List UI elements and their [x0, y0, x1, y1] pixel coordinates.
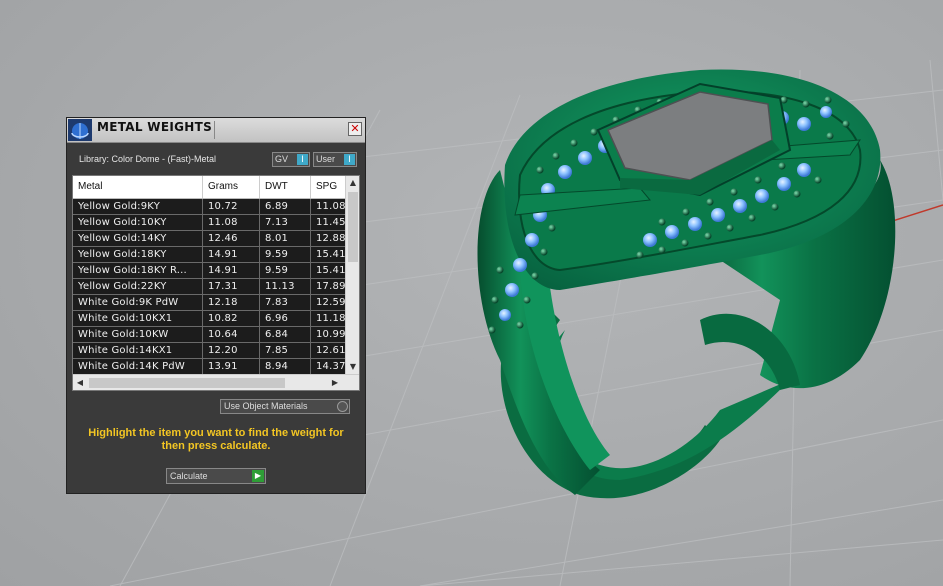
user-toggle[interactable]: User I: [313, 152, 357, 167]
metal-cell: Yellow Gold:9KY: [73, 199, 203, 214]
grams-cell: 12.18: [203, 295, 260, 310]
metal-cell: Yellow Gold:18KY: [73, 247, 203, 262]
grams-cell: 14.91: [203, 263, 260, 278]
panel-title: METAL WEIGHTS: [97, 120, 213, 134]
user-toggle-knob[interactable]: I: [344, 154, 355, 165]
dwt-cell: 6.96: [260, 311, 311, 326]
metal-cell: White Gold:10KX1: [73, 311, 203, 326]
grams-cell: 13.91: [203, 359, 260, 374]
vertical-scrollbar[interactable]: ▲ ▼: [345, 176, 359, 374]
table-row[interactable]: Yellow Gold:22KY 17.31 11.13 17.89: [73, 279, 345, 295]
scroll-left-icon[interactable]: ◀: [73, 378, 87, 387]
grams-cell: 11.08: [203, 215, 260, 230]
instruction-text: Highlight the item you want to find the …: [88, 427, 344, 452]
use-object-materials-toggle[interactable]: Use Object Materials: [220, 399, 350, 414]
grams-cell: 10.64: [203, 327, 260, 342]
metal-cell: White Gold:10KW: [73, 327, 203, 342]
metal-cell: Yellow Gold:22KY: [73, 279, 203, 294]
gv-toggle[interactable]: GV I: [272, 152, 310, 167]
dwt-cell: 7.13: [260, 215, 311, 230]
scroll-right-icon[interactable]: ▶: [328, 378, 342, 387]
horizontal-scroll-thumb[interactable]: [89, 378, 285, 388]
dwt-cell: 6.84: [260, 327, 311, 342]
table-row[interactable]: White Gold:10KW 10.64 6.84 10.99: [73, 327, 345, 343]
horizontal-scrollbar[interactable]: ◀ ▶: [73, 374, 359, 390]
grams-cell: 17.31: [203, 279, 260, 294]
metal-table: Metal Grams DWT SPG Yellow Gold:9KY 10.72…: [72, 175, 360, 391]
metal-weights-panel: METAL WEIGHTS ✕ Library: Color Dome - (F…: [66, 117, 366, 494]
table-row[interactable]: White Gold:14KX1 12.20 7.85 12.61: [73, 343, 345, 359]
metal-cell: White Gold:14KX1: [73, 343, 203, 358]
metal-cell: Yellow Gold:10KY: [73, 215, 203, 230]
dwt-cell: 7.83: [260, 295, 311, 310]
play-icon[interactable]: ▶: [252, 470, 264, 482]
radio-icon[interactable]: [337, 401, 348, 412]
table-row[interactable]: White Gold:10KX1 10.82 6.96 11.18: [73, 311, 345, 327]
user-toggle-label: User: [316, 154, 336, 164]
gv-toggle-knob[interactable]: I: [297, 154, 308, 165]
color-dome-logo-icon: [68, 119, 92, 141]
grams-cell: 14.91: [203, 247, 260, 262]
grams-cell: 10.72: [203, 199, 260, 214]
metal-cell: Yellow Gold:14KY: [73, 231, 203, 246]
dwt-cell: 11.13: [260, 279, 311, 294]
grams-cell: 12.46: [203, 231, 260, 246]
calculate-button[interactable]: Calculate ▶: [166, 468, 266, 484]
dwt-cell: 6.89: [260, 199, 311, 214]
table-rows: Yellow Gold:9KY 10.72 6.89 11.08 Yellow Gold…: [73, 199, 345, 375]
scroll-up-icon[interactable]: ▲: [346, 178, 359, 187]
dwt-cell: 7.85: [260, 343, 311, 358]
grams-cell: 10.82: [203, 311, 260, 326]
table-row[interactable]: White Gold:9K PdW 12.18 7.83 12.59: [73, 295, 345, 311]
metal-cell: White Gold:14K PdW: [73, 359, 203, 374]
grams-cell: 12.20: [203, 343, 260, 358]
column-header-grams[interactable]: Grams: [203, 176, 260, 198]
dwt-cell: 8.94: [260, 359, 311, 374]
dwt-cell: 9.59: [260, 247, 311, 262]
metal-cell: White Gold:9K PdW: [73, 295, 203, 310]
use-object-materials-label: Use Object Materials: [224, 401, 308, 411]
table-row[interactable]: Yellow Gold:14KY 12.46 8.01 12.88: [73, 231, 345, 247]
calculate-label: Calculate: [170, 471, 208, 481]
table-row[interactable]: Yellow Gold:9KY 10.72 6.89 11.08: [73, 199, 345, 215]
column-header-dwt[interactable]: DWT: [260, 176, 311, 198]
table-row[interactable]: Yellow Gold:10KY 11.08 7.13 11.45: [73, 215, 345, 231]
table-header: Metal Grams DWT SPG: [73, 176, 345, 199]
table-row[interactable]: Yellow Gold:18KY 14.91 9.59 15.41: [73, 247, 345, 263]
library-label: Library: Color Dome - (Fast)-Metal: [79, 154, 217, 164]
gv-toggle-label: GV: [275, 154, 289, 164]
column-header-metal[interactable]: Metal: [73, 176, 203, 198]
panel-titlebar[interactable]: METAL WEIGHTS ✕: [67, 118, 365, 143]
scroll-down-icon[interactable]: ▼: [346, 362, 359, 371]
vertical-scroll-thumb[interactable]: [348, 192, 358, 262]
table-row[interactable]: Yellow Gold:18KY R... 14.91 9.59 15.41: [73, 263, 345, 279]
dwt-cell: 9.59: [260, 263, 311, 278]
metal-cell: Yellow Gold:18KY R...: [73, 263, 203, 278]
table-row[interactable]: White Gold:14K PdW 13.91 8.94 14.37: [73, 359, 345, 375]
title-divider: [214, 121, 215, 139]
dwt-cell: 8.01: [260, 231, 311, 246]
close-icon[interactable]: ✕: [348, 122, 362, 136]
